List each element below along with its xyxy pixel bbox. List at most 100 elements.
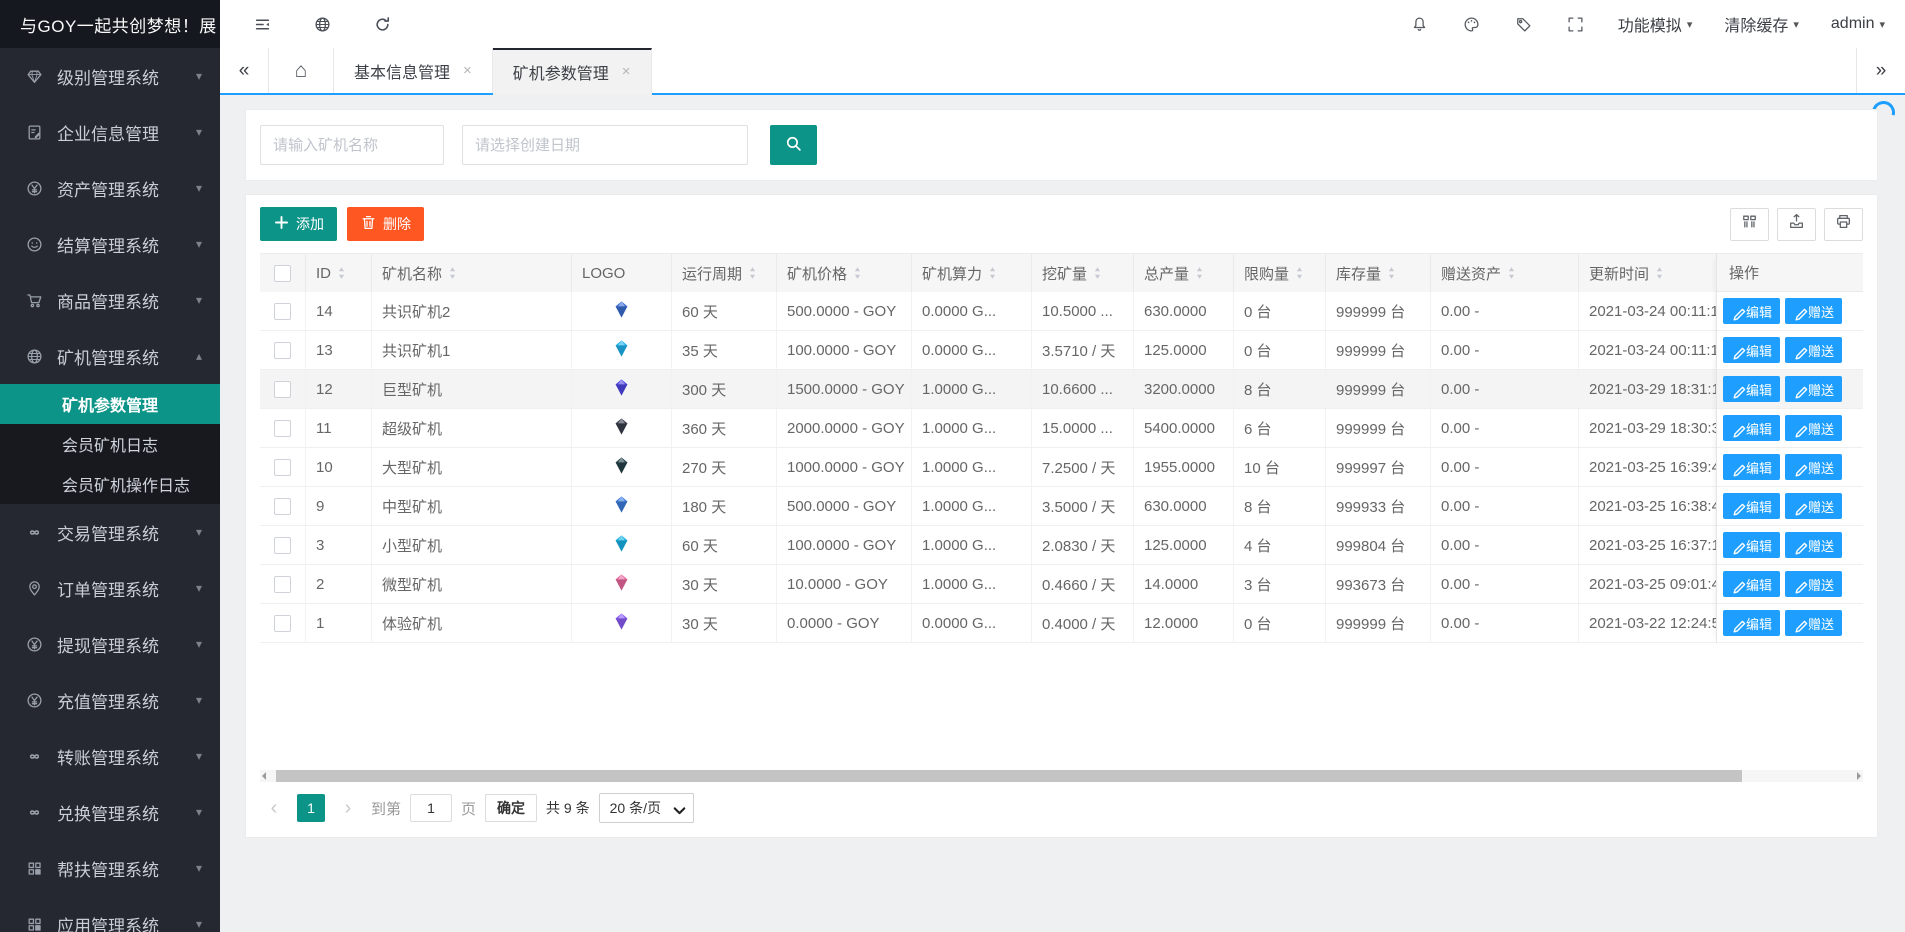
sort-icon[interactable] xyxy=(1507,266,1516,280)
column-header-矿机价格[interactable]: 矿机价格 xyxy=(777,254,912,292)
home-tab-icon[interactable]: ⌂ xyxy=(269,48,334,93)
search-button[interactable] xyxy=(770,125,817,165)
tab-矿机参数管理[interactable]: 矿机参数管理× xyxy=(493,48,652,95)
row-action-编辑-button[interactable]: 编辑 xyxy=(1723,298,1780,324)
row-checkbox[interactable] xyxy=(274,381,291,398)
sort-icon[interactable] xyxy=(337,266,346,280)
column-header-赠送资产[interactable]: 赠送资产 xyxy=(1431,254,1579,292)
sort-icon[interactable] xyxy=(1093,266,1102,280)
row-action-赠送-button[interactable]: 赠送 xyxy=(1785,376,1842,402)
create-date-input[interactable] xyxy=(462,125,748,165)
refresh-icon[interactable] xyxy=(372,14,392,34)
column-header-矿机名称[interactable]: 矿机名称 xyxy=(372,254,572,292)
row-checkbox[interactable] xyxy=(274,576,291,593)
sidebar-subitem-矿机参数管理[interactable]: 矿机参数管理 xyxy=(0,384,220,424)
sidebar-item-级别管理系统[interactable]: 级别管理系统▾ xyxy=(0,48,220,104)
sidebar-item-订单管理系统[interactable]: 订单管理系统▾ xyxy=(0,560,220,616)
row-action-编辑-button[interactable]: 编辑 xyxy=(1723,493,1780,519)
row-action-编辑-button[interactable]: 编辑 xyxy=(1723,532,1780,558)
menu-fold-icon[interactable] xyxy=(252,14,272,34)
scroll-right-icon[interactable] xyxy=(1857,772,1861,780)
sort-icon[interactable] xyxy=(1655,266,1664,280)
confirm-page-button[interactable]: 确定 xyxy=(485,794,537,822)
sidebar-item-充值管理系统[interactable]: 充值管理系统▾ xyxy=(0,672,220,728)
sort-icon[interactable] xyxy=(1295,266,1304,280)
horizontal-scrollbar[interactable] xyxy=(260,770,1863,782)
scrollbar-thumb[interactable] xyxy=(276,770,1742,782)
sidebar-item-交易管理系统[interactable]: 交易管理系统▾ xyxy=(0,504,220,560)
globe-line-icon[interactable] xyxy=(312,14,332,34)
export-button[interactable] xyxy=(1777,208,1816,241)
close-icon[interactable]: × xyxy=(622,63,631,80)
topbar-menu-功能模拟[interactable]: 功能模拟▾ xyxy=(1618,12,1693,36)
column-header-LOGO[interactable]: LOGO xyxy=(572,254,672,292)
current-page-button[interactable]: 1 xyxy=(297,794,325,822)
tab-基本信息管理[interactable]: 基本信息管理× xyxy=(334,48,493,93)
sidebar-item-企业信息管理[interactable]: 企业信息管理▾ xyxy=(0,104,220,160)
sort-icon[interactable] xyxy=(448,266,457,280)
prev-page-button[interactable]: ‹ xyxy=(260,794,288,822)
sidebar-subitem-会员矿机操作日志[interactable]: 会员矿机操作日志 xyxy=(0,464,220,504)
tag-icon[interactable] xyxy=(1514,14,1534,34)
sort-icon[interactable] xyxy=(853,266,862,280)
sort-icon[interactable] xyxy=(988,266,997,280)
row-checkbox[interactable] xyxy=(274,420,291,437)
row-action-赠送-button[interactable]: 赠送 xyxy=(1785,415,1842,441)
row-checkbox[interactable] xyxy=(274,615,291,632)
row-checkbox[interactable] xyxy=(274,459,291,476)
column-header-ID[interactable]: ID xyxy=(306,254,372,292)
select-all-checkbox[interactable] xyxy=(274,265,291,282)
next-page-button[interactable]: › xyxy=(334,794,362,822)
topbar-menu-清除缓存[interactable]: 清除缓存▾ xyxy=(1724,12,1799,36)
row-action-赠送-button[interactable]: 赠送 xyxy=(1785,337,1842,363)
row-action-赠送-button[interactable]: 赠送 xyxy=(1785,532,1842,558)
scroll-left-icon[interactable] xyxy=(262,772,266,780)
per-page-select[interactable]: 20 条/页 xyxy=(599,793,694,823)
row-action-编辑-button[interactable]: 编辑 xyxy=(1723,376,1780,402)
sidebar-item-帮扶管理系统[interactable]: 帮扶管理系统▾ xyxy=(0,840,220,896)
delete-button[interactable]: 删除 xyxy=(347,207,424,241)
column-header-矿机算力[interactable]: 矿机算力 xyxy=(912,254,1032,292)
row-action-编辑-button[interactable]: 编辑 xyxy=(1723,571,1780,597)
sidebar-item-应用管理系统[interactable]: 应用管理系统▾ xyxy=(0,896,220,932)
row-action-编辑-button[interactable]: 编辑 xyxy=(1723,337,1780,363)
column-header-挖矿量[interactable]: 挖矿量 xyxy=(1032,254,1134,292)
miner-name-input[interactable] xyxy=(260,125,444,165)
goto-page-input[interactable] xyxy=(410,794,452,822)
row-action-赠送-button[interactable]: 赠送 xyxy=(1785,571,1842,597)
add-button[interactable]: 添加 xyxy=(260,207,337,241)
row-action-赠送-button[interactable]: 赠送 xyxy=(1785,493,1842,519)
sidebar-item-商品管理系统[interactable]: 商品管理系统▾ xyxy=(0,272,220,328)
sidebar-item-兑换管理系统[interactable]: 兑换管理系统▾ xyxy=(0,784,220,840)
sidebar-subitem-会员矿机日志[interactable]: 会员矿机日志 xyxy=(0,424,220,464)
row-action-编辑-button[interactable]: 编辑 xyxy=(1723,454,1780,480)
fullscreen-icon[interactable] xyxy=(1566,14,1586,34)
print-button[interactable] xyxy=(1824,208,1863,241)
column-header-限购量[interactable]: 限购量 xyxy=(1234,254,1326,292)
tabs-collapse-button[interactable]: « xyxy=(220,48,269,93)
row-action-赠送-button[interactable]: 赠送 xyxy=(1785,610,1842,636)
sidebar-item-结算管理系统[interactable]: 结算管理系统▾ xyxy=(0,216,220,272)
sidebar-item-转账管理系统[interactable]: 转账管理系统▾ xyxy=(0,728,220,784)
sidebar-item-矿机管理系统[interactable]: 矿机管理系统▴ xyxy=(0,328,220,384)
bell-icon[interactable] xyxy=(1410,14,1430,34)
sidebar-item-资产管理系统[interactable]: 资产管理系统▾ xyxy=(0,160,220,216)
row-action-编辑-button[interactable]: 编辑 xyxy=(1723,415,1780,441)
row-action-赠送-button[interactable]: 赠送 xyxy=(1785,454,1842,480)
sort-icon[interactable] xyxy=(1195,266,1204,280)
column-header-总产量[interactable]: 总产量 xyxy=(1134,254,1234,292)
row-checkbox[interactable] xyxy=(274,537,291,554)
tabs-expand-button[interactable]: » xyxy=(1856,48,1905,93)
row-checkbox[interactable] xyxy=(274,342,291,359)
palette-icon[interactable] xyxy=(1462,14,1482,34)
sidebar-item-提现管理系统[interactable]: 提现管理系统▾ xyxy=(0,616,220,672)
sort-icon[interactable] xyxy=(748,266,757,280)
close-icon[interactable]: × xyxy=(463,62,472,79)
row-checkbox[interactable] xyxy=(274,498,291,515)
row-checkbox[interactable] xyxy=(274,303,291,320)
column-header-运行周期[interactable]: 运行周期 xyxy=(672,254,777,292)
topbar-menu-admin[interactable]: admin▾ xyxy=(1831,15,1885,33)
columns-toggle-button[interactable] xyxy=(1730,208,1769,241)
column-header-库存量[interactable]: 库存量 xyxy=(1326,254,1431,292)
row-action-赠送-button[interactable]: 赠送 xyxy=(1785,298,1842,324)
